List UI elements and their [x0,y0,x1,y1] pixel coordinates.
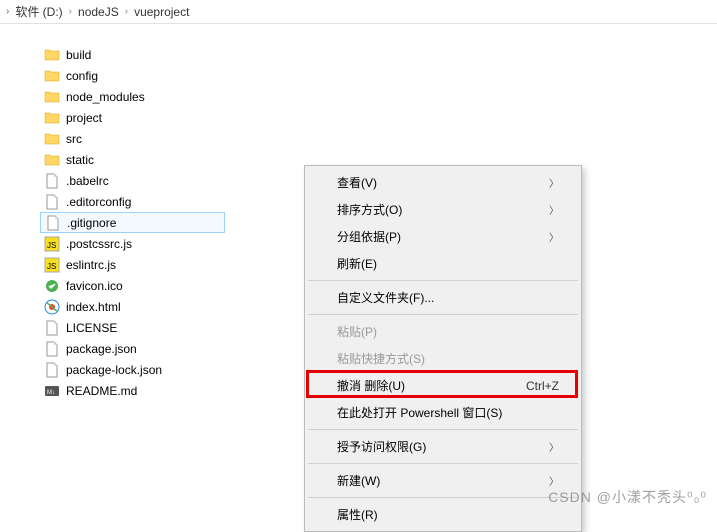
file-icon [44,194,60,210]
menu-label: 新建(W) [337,472,380,489]
chevron-right-icon: 〉 [549,229,559,244]
menu-label: 属性(R) [337,506,378,523]
breadcrumb: › 软件 (D:) › nodeJS › vueproject [0,0,717,24]
svg-text:JS: JS [47,262,56,271]
file-icon [44,341,60,357]
folder-icon [44,110,60,126]
folder-config[interactable]: config [40,65,225,86]
folder-icon [44,89,60,105]
menu-properties[interactable]: 属性(R) [307,501,579,528]
folder-icon [44,131,60,147]
chevron-right-icon: 〉 [549,202,559,217]
menu-paste: 粘贴(P) [307,318,579,345]
file-icon [45,215,61,231]
menu-label: 刷新(E) [337,255,377,272]
file-label: project [66,111,102,125]
svg-text:M↓: M↓ [47,390,55,396]
folder-icon [44,152,60,168]
chevron-right-icon: › [69,6,72,17]
file-label: README.md [66,384,137,398]
chevron-right-icon: 〉 [549,439,559,454]
menu-label: 撤消 删除(U) [337,377,405,394]
svg-text:JS: JS [47,241,56,250]
menu-customize-folder[interactable]: 自定义文件夹(F)... [307,284,579,311]
menu-group[interactable]: 分组依据(P) 〉 [307,223,579,250]
menu-separator [308,314,578,315]
file-package-json[interactable]: package.json [40,338,225,359]
menu-sort[interactable]: 排序方式(O) 〉 [307,196,579,223]
breadcrumb-vueproject[interactable]: vueproject [134,5,189,19]
menu-label: 查看(V) [337,174,377,191]
menu-refresh[interactable]: 刷新(E) [307,250,579,277]
folder-icon [44,68,60,84]
menu-undo-delete[interactable]: 撤消 删除(U) Ctrl+Z [307,372,579,399]
breadcrumb-root[interactable]: 软件 (D:) [15,3,62,20]
chevron-right-icon: 〉 [549,473,559,488]
menu-label: 授予访问权限(G) [337,438,426,455]
file-label: .editorconfig [66,195,131,209]
md-icon: M↓ [44,383,60,399]
menu-shortcut: Ctrl+Z [526,379,559,393]
file-label: index.html [66,300,121,314]
chevron-right-icon: › [125,6,128,17]
menu-label: 粘贴(P) [337,323,377,340]
folder-build[interactable]: build [40,44,225,65]
file-gitignore[interactable]: .gitignore [40,212,225,233]
file-label: LICENSE [66,321,117,335]
file-editorconfig[interactable]: .editorconfig [40,191,225,212]
breadcrumb-nodejs[interactable]: nodeJS [78,5,119,19]
ico-icon [44,278,60,294]
file-index-html[interactable]: index.html [40,296,225,317]
folder-node-modules[interactable]: node_modules [40,86,225,107]
file-icon [44,173,60,189]
file-label: .gitignore [67,216,116,230]
menu-label: 自定义文件夹(F)... [337,289,434,306]
file-icon [44,362,60,378]
file-label: src [66,132,82,146]
menu-view[interactable]: 查看(V) 〉 [307,169,579,196]
file-label: package-lock.json [66,363,162,377]
file-label: .postcssrc.js [66,237,132,251]
menu-separator [308,463,578,464]
menu-label: 在此处打开 Powershell 窗口(S) [337,404,502,421]
folder-static[interactable]: static [40,149,225,170]
menu-label: 分组依据(P) [337,228,401,245]
folder-src[interactable]: src [40,128,225,149]
js-icon: JS [44,257,60,273]
file-icon [44,320,60,336]
menu-paste-shortcut: 粘贴快捷方式(S) [307,345,579,372]
file-label: config [66,69,98,83]
menu-separator [308,497,578,498]
folder-project[interactable]: project [40,107,225,128]
menu-open-powershell[interactable]: 在此处打开 Powershell 窗口(S) [307,399,579,426]
file-favicon[interactable]: favicon.ico [40,275,225,296]
breadcrumb-arrow-icon[interactable]: › [6,6,9,17]
js-icon: JS [44,236,60,252]
file-label: favicon.ico [66,279,123,293]
context-menu: 查看(V) 〉 排序方式(O) 〉 分组依据(P) 〉 刷新(E) 自定义文件夹(F)… [304,165,582,532]
file-label: eslintrc.js [66,258,116,272]
file-label: static [66,153,94,167]
menu-label: 排序方式(O) [337,201,402,218]
file-eslintrc[interactable]: JS eslintrc.js [40,254,225,275]
menu-new[interactable]: 新建(W) 〉 [307,467,579,494]
folder-icon [44,47,60,63]
file-babelrc[interactable]: .babelrc [40,170,225,191]
watermark: CSDN @小漾不秃头⁰₀⁰ [548,487,707,507]
menu-label: 粘贴快捷方式(S) [337,350,425,367]
file-license[interactable]: LICENSE [40,317,225,338]
file-postcssrc[interactable]: JS .postcssrc.js [40,233,225,254]
file-package-lock[interactable]: package-lock.json [40,359,225,380]
file-label: node_modules [66,90,145,104]
file-label: package.json [66,342,137,356]
menu-separator [308,429,578,430]
chevron-right-icon: 〉 [549,175,559,190]
menu-separator [308,280,578,281]
menu-grant-access[interactable]: 授予访问权限(G) 〉 [307,433,579,460]
file-readme[interactable]: M↓ README.md [40,380,225,401]
html-icon [44,299,60,315]
file-label: build [66,48,91,62]
file-label: .babelrc [66,174,109,188]
